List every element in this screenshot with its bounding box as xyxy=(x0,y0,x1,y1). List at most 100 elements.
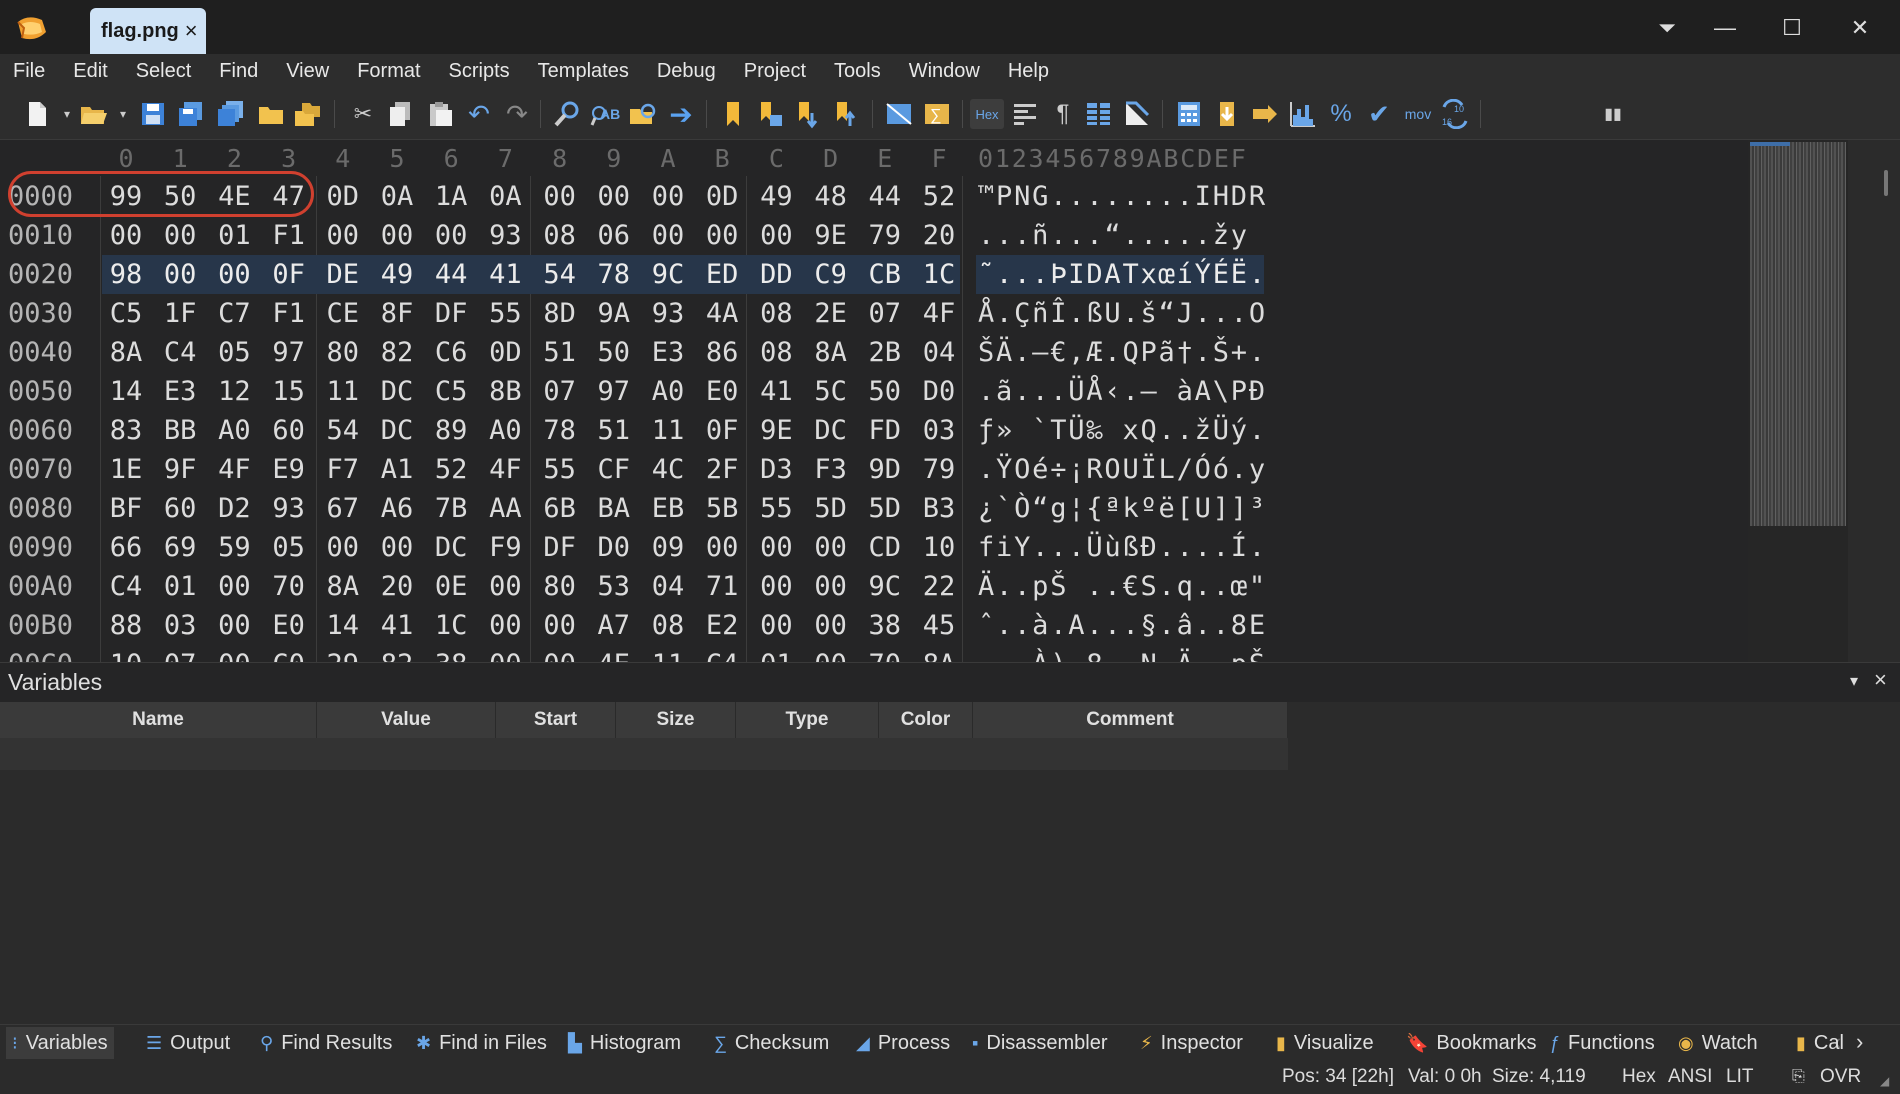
hex-byte[interactable]: C4 xyxy=(106,567,146,606)
hex-row[interactable]: 0030 C5 1F C7 F1 CE 8F DF 55 8D 9A 93 4A 08 2E 07 4F Å.Çñ… xyxy=(0,294,1748,333)
hex-byte[interactable]: 79 xyxy=(865,216,905,255)
menu-templates[interactable]: Templates xyxy=(538,60,629,83)
histogram-icon[interactable] xyxy=(1288,99,1318,129)
bottom-tab-find-results[interactable]: ⚲ Find Results xyxy=(254,1027,398,1059)
hex-byte[interactable]: CF xyxy=(594,450,634,489)
hex-byte[interactable]: 54 xyxy=(540,255,580,294)
ascii-text[interactable]: ...À)‚8..N.Ä..pŠ xyxy=(978,645,1267,662)
hex-byte[interactable]: F3 xyxy=(811,450,851,489)
hex-byte[interactable]: A0 xyxy=(648,372,688,411)
hex-byte[interactable]: 0E xyxy=(431,567,471,606)
open-folder-icon[interactable] xyxy=(256,99,286,129)
hex-byte[interactable]: 00 xyxy=(160,216,200,255)
hex-byte[interactable]: 4C xyxy=(648,450,688,489)
minimap[interactable] xyxy=(1748,140,1848,662)
hex-byte[interactable]: 0D xyxy=(702,177,742,216)
hex-byte[interactable]: 9C xyxy=(648,255,688,294)
hex-byte[interactable]: 80 xyxy=(323,333,363,372)
hex-byte[interactable]: 9E xyxy=(756,411,796,450)
hex-byte[interactable]: 4F xyxy=(919,294,959,333)
bottom-tab-visualize[interactable]: ▮ Visualize xyxy=(1270,1027,1380,1059)
hex-byte[interactable]: 08 xyxy=(540,216,580,255)
ascii-text[interactable]: ...ñ...“.....žy xyxy=(978,216,1249,255)
hex-byte[interactable]: 01 xyxy=(160,567,200,606)
hex-byte[interactable]: 70 xyxy=(269,567,309,606)
hex-byte[interactable]: 55 xyxy=(485,294,525,333)
tab-close-icon[interactable]: × xyxy=(185,18,198,44)
hex-byte[interactable]: 00 xyxy=(485,606,525,645)
hex-byte[interactable]: 66 xyxy=(106,528,146,567)
ascii-text[interactable]: ™PNG........IHDR xyxy=(978,177,1267,216)
hex-byte[interactable]: 55 xyxy=(756,489,796,528)
bottom-tab-disassembler[interactable]: ▪ Disassembler xyxy=(966,1027,1114,1059)
hex-byte[interactable]: 60 xyxy=(269,411,309,450)
hex-byte[interactable]: 60 xyxy=(160,489,200,528)
menu-select[interactable]: Select xyxy=(136,60,192,83)
status-mode[interactable]: Hex xyxy=(1622,1066,1656,1088)
copy-icon[interactable] xyxy=(386,99,416,129)
hex-byte[interactable]: 12 xyxy=(214,372,254,411)
hex-byte[interactable]: 2B xyxy=(865,333,905,372)
hex-byte[interactable]: 00 xyxy=(214,567,254,606)
hex-byte[interactable]: F1 xyxy=(269,216,309,255)
hex-byte[interactable]: 00 xyxy=(756,528,796,567)
hex-byte[interactable]: F1 xyxy=(269,294,309,333)
hex-byte[interactable]: 97 xyxy=(269,333,309,372)
hex-byte[interactable]: DC xyxy=(377,411,417,450)
hex-byte[interactable]: 67 xyxy=(323,489,363,528)
hex-byte[interactable]: FD xyxy=(865,411,905,450)
hex-byte[interactable]: 29 xyxy=(323,645,363,662)
hex-byte[interactable]: 7B xyxy=(431,489,471,528)
hex-row[interactable]: 0040 8A C4 05 97 80 82 C6 0D 51 50 E3 86 08 8A 2B 04 ŠÄ.—… xyxy=(0,333,1748,372)
hex-byte[interactable]: C7 xyxy=(214,294,254,333)
hex-byte[interactable]: 14 xyxy=(323,606,363,645)
hex-byte[interactable]: F9 xyxy=(485,528,525,567)
hex-byte[interactable]: 38 xyxy=(431,645,471,662)
panel-close-icon[interactable]: × xyxy=(1874,667,1887,693)
hex-byte[interactable]: 05 xyxy=(269,528,309,567)
bottom-tab-find-in-files[interactable]: ✱ Find in Files xyxy=(410,1027,553,1059)
menu-window[interactable]: Window xyxy=(909,60,980,83)
col-comment[interactable]: Comment xyxy=(973,702,1288,738)
bookmark-next-icon[interactable] xyxy=(794,99,824,129)
menu-debug[interactable]: Debug xyxy=(657,60,716,83)
hex-byte[interactable]: 52 xyxy=(431,450,471,489)
open-multiple-icon[interactable] xyxy=(292,99,322,129)
menu-format[interactable]: Format xyxy=(357,60,420,83)
hex-byte[interactable]: 00 xyxy=(214,645,254,662)
hex-byte[interactable]: 08 xyxy=(756,333,796,372)
hex-byte[interactable]: 45 xyxy=(919,606,959,645)
hex-byte[interactable]: B3 xyxy=(919,489,959,528)
menu-view[interactable]: View xyxy=(286,60,329,83)
hex-byte[interactable]: 38 xyxy=(865,606,905,645)
hex-row[interactable]: 0050 14 E3 12 15 11 DC C5 8B 07 97 A0 E0 41 5C 50 D0 .ã..… xyxy=(0,372,1748,411)
text-mode-icon[interactable] xyxy=(1010,99,1040,129)
hex-byte[interactable]: 9C xyxy=(865,567,905,606)
hex-byte[interactable]: 0F xyxy=(269,255,309,294)
hex-byte[interactable]: E0 xyxy=(269,606,309,645)
hex-byte[interactable]: 2E xyxy=(811,294,851,333)
bottom-tab-output[interactable]: ☰ Output xyxy=(140,1027,236,1059)
hex-byte[interactable]: C4 xyxy=(160,333,200,372)
hex-byte[interactable]: C5 xyxy=(431,372,471,411)
highlight-icon[interactable] xyxy=(1122,99,1152,129)
hex-byte[interactable]: 55 xyxy=(540,450,580,489)
ascii-text[interactable]: ƒ» `TÜ‰ xQ..žÜý. xyxy=(978,411,1267,450)
hex-byte[interactable]: 00 xyxy=(485,567,525,606)
hex-byte[interactable]: 50 xyxy=(865,372,905,411)
hex-byte[interactable]: 78 xyxy=(594,255,634,294)
hex-byte[interactable]: D0 xyxy=(919,372,959,411)
scrollbar-thumb[interactable] xyxy=(1884,170,1888,196)
hex-byte[interactable]: 00 xyxy=(702,528,742,567)
hex-byte[interactable]: 22 xyxy=(919,567,959,606)
hex-byte[interactable]: E3 xyxy=(160,372,200,411)
hex-byte[interactable]: 1C xyxy=(919,255,959,294)
hex-byte[interactable]: 8B xyxy=(485,372,525,411)
col-type[interactable]: Type xyxy=(736,702,879,738)
hex-byte[interactable]: 20 xyxy=(377,567,417,606)
hex-byte[interactable]: DF xyxy=(431,294,471,333)
hex-byte[interactable]: 54 xyxy=(323,411,363,450)
hex-byte[interactable]: 8F xyxy=(377,294,417,333)
hex-byte[interactable]: 50 xyxy=(594,333,634,372)
hex-byte[interactable]: 00 xyxy=(811,645,851,662)
